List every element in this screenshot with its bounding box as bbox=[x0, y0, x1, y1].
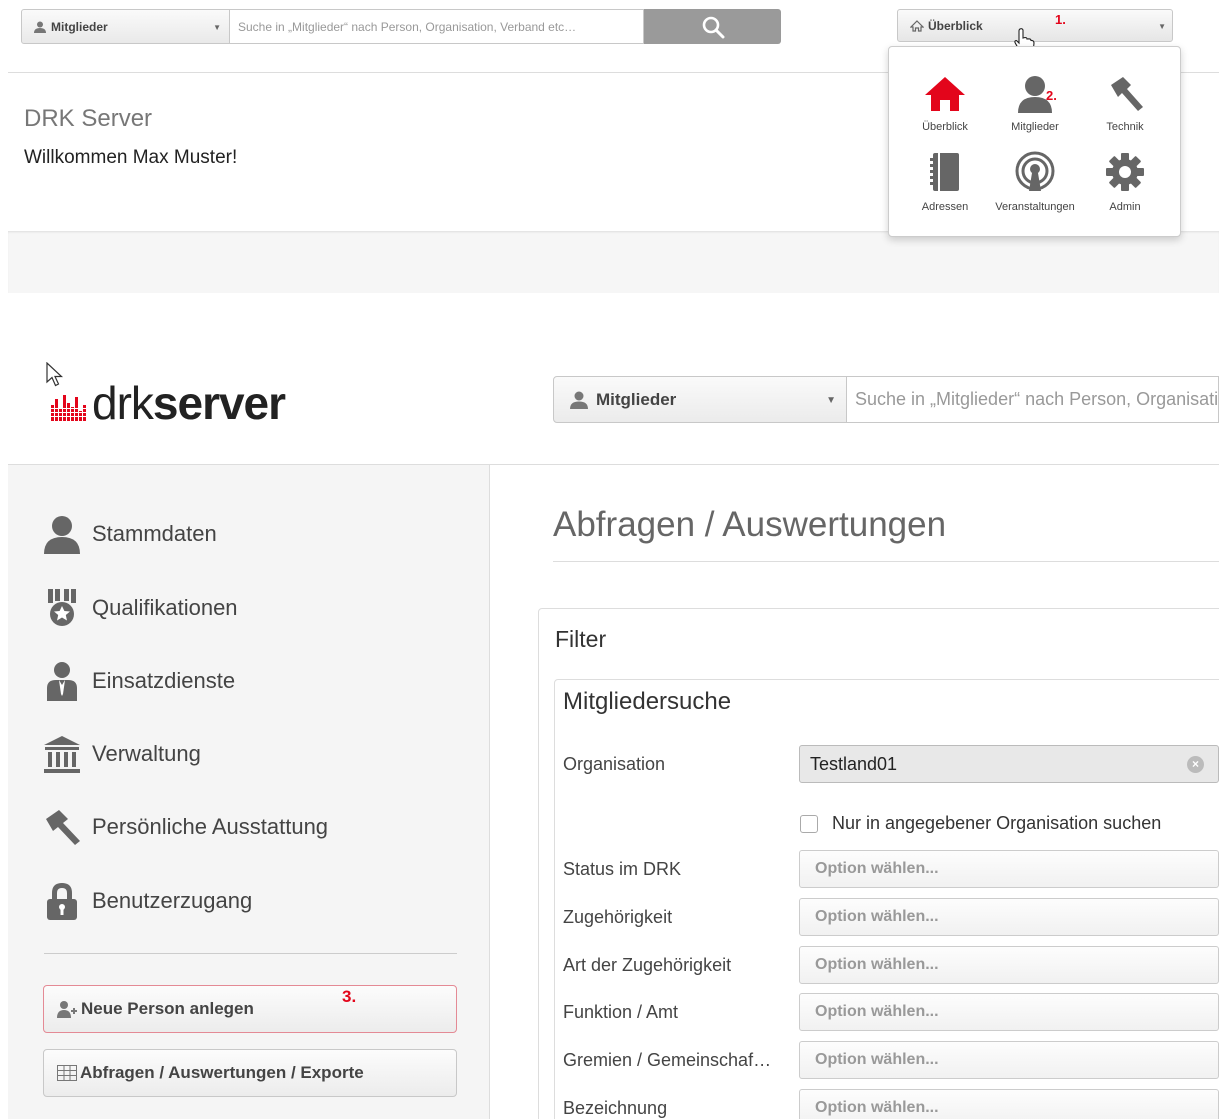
only-organisation-checkbox-row[interactable]: Nur in angegebener Organisation suchen bbox=[800, 813, 1161, 834]
top-search-scope-select[interactable]: Mitglieder ▼ bbox=[21, 9, 230, 44]
gremien-select[interactable]: Option wählen... bbox=[799, 1041, 1219, 1079]
chevron-down-icon: ▼ bbox=[213, 23, 221, 32]
person-icon bbox=[34, 21, 46, 33]
new-person-button[interactable]: Neue Person anlegen bbox=[43, 985, 457, 1033]
menu-item-label: Überblick bbox=[922, 121, 968, 133]
hammer-icon bbox=[46, 810, 80, 845]
main-search-scope-select[interactable]: Mitglieder ▼ bbox=[553, 376, 847, 423]
staff-icon bbox=[47, 662, 77, 701]
chevron-down-icon: ▼ bbox=[826, 395, 836, 406]
sidebar-item-label: Verwaltung bbox=[92, 741, 201, 766]
gear-icon bbox=[1106, 153, 1144, 191]
clear-icon[interactable]: × bbox=[1187, 756, 1204, 773]
chevron-down-icon: ▼ bbox=[1158, 22, 1166, 31]
top-search-button[interactable] bbox=[644, 9, 781, 44]
zugehoerigkeit-select[interactable]: Option wählen... bbox=[799, 898, 1219, 936]
sidebar-item-verwaltung[interactable]: Verwaltung bbox=[42, 734, 201, 774]
step-marker-1: 1. bbox=[1055, 12, 1066, 27]
sidebar-item-einsatzdienste[interactable]: Einsatzdienste bbox=[42, 661, 235, 701]
bank-icon bbox=[44, 736, 80, 773]
sidebar-item-label: Benutzerzugang bbox=[92, 888, 253, 913]
broadcast-icon bbox=[1015, 151, 1055, 191]
zugehoerigkeit-label: Zugehörigkeit bbox=[563, 907, 673, 927]
title-divider bbox=[553, 561, 1219, 562]
funktion-select[interactable]: Option wählen... bbox=[799, 993, 1219, 1031]
search-icon bbox=[702, 16, 724, 38]
status-select[interactable]: Option wählen... bbox=[799, 850, 1219, 888]
add-person-icon bbox=[57, 1001, 77, 1018]
table-icon bbox=[57, 1065, 77, 1081]
menu-item-label: Technik bbox=[1106, 121, 1144, 133]
sidebar-item-stammdaten[interactable]: Stammdaten bbox=[42, 514, 217, 554]
menu-item-label: Adressen bbox=[921, 201, 969, 213]
sidebar-item-label: Stammdaten bbox=[92, 521, 217, 546]
new-person-label: Neue Person anlegen bbox=[81, 999, 254, 1018]
step-marker-3: 3. bbox=[342, 987, 357, 1006]
grey-band bbox=[8, 231, 1219, 293]
checkbox-label: Nur in angegebener Organisation suchen bbox=[832, 813, 1162, 833]
queries-label: Abfragen / Auswertungen / Exporte bbox=[80, 1063, 364, 1082]
overview-dropdown-menu: Überblick Mitglieder Technik Adressen Ve… bbox=[888, 46, 1181, 237]
address-book-icon bbox=[930, 153, 959, 191]
top-panel: Mitglieder ▼ Suche in „Mitglieder“ nach … bbox=[0, 0, 1219, 295]
status-label: Status im DRK bbox=[563, 859, 682, 879]
funktion-label: Funktion / Amt bbox=[563, 1002, 679, 1022]
overview-dropdown-button[interactable]: Überblick ▼ bbox=[897, 9, 1173, 42]
menu-item-adressen[interactable]: Adressen bbox=[899, 151, 991, 213]
sidebar-item-benutzerzugang[interactable]: Benutzerzugang bbox=[42, 881, 252, 921]
member-search-heading: Mitgliedersuche bbox=[563, 688, 732, 715]
sidebar-divider bbox=[44, 953, 457, 954]
main-search-bar: Mitglieder ▼ Suche in „Mitglieder“ nach … bbox=[553, 376, 1219, 423]
sidebar-item-qualifikationen[interactable]: Qualifikationen bbox=[42, 588, 238, 628]
sidebar: Stammdaten Qualifikationen Einsatzdienst… bbox=[8, 465, 490, 1119]
menu-item-mitglieder[interactable]: Mitglieder bbox=[989, 75, 1081, 133]
lock-icon bbox=[47, 883, 77, 920]
logo-equalizer-icon bbox=[50, 395, 90, 421]
top-search-bar: Mitglieder ▼ Suche in „Mitglieder“ nach … bbox=[21, 9, 781, 44]
person-icon bbox=[44, 516, 80, 554]
hammer-icon bbox=[1111, 77, 1143, 111]
organisation-value: Testland01 bbox=[810, 753, 898, 774]
sidebar-item-label: Qualifikationen bbox=[92, 595, 238, 620]
drkserver-logo: drkserver bbox=[50, 376, 286, 430]
gremien-label: Gremien / Gemeinschaf… bbox=[563, 1050, 772, 1070]
main-search-input[interactable]: Suche in „Mitglieder“ nach Person, Organ… bbox=[847, 376, 1219, 423]
bezeichnung-select[interactable]: Option wählen... bbox=[799, 1089, 1219, 1119]
menu-item-label: Mitglieder bbox=[1011, 121, 1059, 133]
sidebar-item-label: Persönliche Ausstattung bbox=[92, 814, 329, 839]
queries-button[interactable]: Abfragen / Auswertungen / Exporte bbox=[43, 1049, 457, 1097]
menu-item-admin[interactable]: Admin bbox=[1079, 151, 1171, 213]
welcome-message: Willkommen Max Muster! bbox=[24, 147, 238, 168]
menu-item-label: Veranstaltungen bbox=[995, 201, 1075, 213]
person-icon bbox=[570, 391, 588, 409]
home-icon bbox=[910, 19, 924, 32]
page-title: Abfragen / Auswertungen bbox=[553, 505, 947, 544]
art-zugehoerigkeit-select[interactable]: Option wählen... bbox=[799, 946, 1219, 984]
menu-item-technik[interactable]: Technik bbox=[1079, 75, 1171, 133]
sidebar-item-label: Einsatzdienste bbox=[92, 668, 236, 693]
bezeichnung-label: Bezeichnung bbox=[563, 1098, 668, 1118]
filter-heading: Filter bbox=[555, 626, 607, 652]
menu-item-veranstaltungen[interactable]: Veranstaltungen bbox=[989, 151, 1081, 213]
medal-icon bbox=[48, 589, 76, 626]
organisation-select[interactable]: Testland01 × bbox=[799, 745, 1219, 783]
logo-text-light: drk bbox=[92, 377, 154, 429]
top-search-input[interactable]: Suche in „Mitglieder“ nach Person, Organ… bbox=[230, 9, 644, 44]
overview-button-label: Überblick bbox=[928, 18, 983, 33]
menu-item-label: Admin bbox=[1109, 201, 1141, 213]
home-icon bbox=[925, 77, 965, 111]
menu-item-ueberblick[interactable]: Überblick bbox=[899, 75, 991, 133]
art-zugehoerigkeit-label: Art der Zugehörigkeit bbox=[563, 955, 732, 975]
sidebar-item-persoenliche-ausstattung[interactable]: Persönliche Ausstattung bbox=[42, 807, 328, 847]
main-search-scope-label: Mitglieder bbox=[596, 389, 677, 409]
step-marker-2: 2. bbox=[1046, 88, 1057, 103]
server-title: DRK Server bbox=[24, 105, 153, 132]
top-search-scope-label: Mitglieder bbox=[51, 19, 108, 34]
organisation-label: Organisation bbox=[563, 754, 666, 774]
only-organisation-checkbox[interactable] bbox=[800, 814, 818, 833]
logo-text-bold: server bbox=[152, 377, 286, 429]
